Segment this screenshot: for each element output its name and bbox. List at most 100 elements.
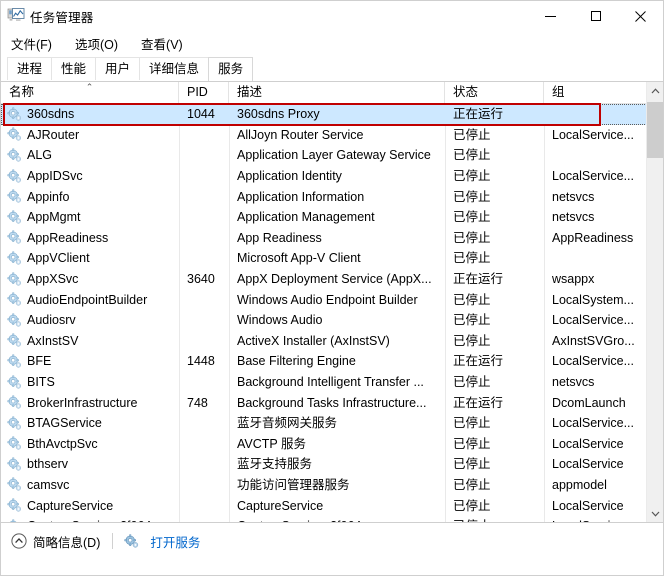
service-name: 360sdns	[27, 107, 75, 122]
service-name: bthserv	[27, 457, 68, 472]
cell-desc: Background Tasks Infrastructure...	[237, 395, 427, 410]
tab-services[interactable]: 服务	[208, 57, 254, 81]
window-title: 任务管理器	[30, 10, 94, 25]
cell-name: AppMgmt	[1, 207, 179, 227]
service-name: AppMgmt	[27, 210, 81, 225]
column-header-group[interactable]: 组	[544, 82, 647, 103]
chevron-down-icon	[651, 511, 660, 517]
service-name: camsvc	[27, 477, 70, 492]
cell-group: wsappx	[552, 272, 595, 287]
table-row[interactable]: BFE 1448 Base Filtering Engine 正在运行 LocalSer…	[1, 351, 663, 372]
cell-desc: Application Identity	[237, 169, 342, 184]
column-header-name[interactable]: 名称 ⌃	[1, 82, 179, 103]
service-name: CaptureService	[27, 498, 114, 513]
cell-state: 已停止	[445, 516, 544, 522]
table-row[interactable]: AudioEndpointBuilder Windows Audio Endpoi…	[1, 289, 663, 310]
close-button[interactable]	[618, 1, 663, 31]
service-name: CaptureService_2f064	[27, 516, 151, 522]
scroll-up-button[interactable]	[647, 82, 663, 99]
table-row[interactable]: bthserv 蓝牙支持服务 已停止 LocalService	[1, 454, 663, 475]
cell-group: LocalService	[552, 457, 624, 472]
cell-group: LocalService...	[552, 313, 634, 328]
gear-icon	[7, 148, 22, 162]
table-row[interactable]: AppMgmt Application Management 已停止 netsvcs	[1, 207, 663, 228]
table-row[interactable]: BrokerInfrastructure 748 Background Tasks …	[1, 392, 663, 413]
cell-desc: AllJoyn Router Service	[237, 127, 364, 142]
service-name: BITS	[27, 375, 55, 390]
fewer-details-label: 简略信息(D)	[33, 535, 101, 550]
gear-icon	[7, 251, 22, 265]
cell-group: LocalService	[552, 498, 624, 513]
table-row[interactable]: AJRouter AllJoyn Router Service 已停止 LocalSe…	[1, 125, 663, 146]
service-name: Appinfo	[27, 189, 70, 204]
cell-group: LocalService	[544, 516, 647, 522]
table-row[interactable]: Appinfo Application Information 已停止 netsvcs	[1, 186, 663, 207]
gear-icon	[7, 375, 22, 389]
cell-group: LocalService...	[552, 127, 634, 142]
cell-name: AppReadiness	[1, 228, 179, 248]
cell-state: 已停止	[453, 169, 491, 184]
maximize-button[interactable]	[573, 1, 618, 31]
chevron-up-icon	[651, 87, 660, 93]
table-row[interactable]: BthAvctpSvc AVCTP 服务 已停止 LocalService	[1, 434, 663, 455]
sort-ascending-icon: ⌃	[85, 82, 94, 92]
tab-details[interactable]: 详细信息	[139, 57, 210, 81]
menu-item-options[interactable]: 选项(O)	[73, 32, 127, 55]
table-header: 名称 ⌃ PID 描述 状态 组	[1, 82, 663, 104]
cell-state: 已停止	[453, 127, 491, 142]
fewer-details-button[interactable]: 简略信息(D)	[11, 532, 100, 551]
table-row[interactable]: Audiosrv Windows Audio 已停止 LocalService...	[1, 310, 663, 331]
column-header-desc[interactable]: 描述	[229, 82, 445, 103]
tab-strip: 进程 性能 用户 详细信息 服务	[1, 55, 663, 81]
vertical-scrollbar[interactable]	[646, 82, 663, 522]
cell-state: 正在运行	[453, 272, 504, 287]
cell-name: Audiosrv	[1, 310, 179, 330]
task-manager-icon	[7, 8, 25, 21]
service-name: BthAvctpSvc	[27, 436, 98, 451]
minimize-button[interactable]	[528, 1, 573, 31]
cell-state: 已停止	[453, 189, 491, 204]
scrollbar-thumb[interactable]	[647, 102, 663, 158]
cell-desc: Application Management	[237, 210, 375, 225]
cell-desc: Base Filtering Engine	[237, 354, 356, 369]
table-row[interactable]: BITS Background Intelligent Transfer ... 已…	[1, 372, 663, 393]
cell-name: AppIDSvc	[1, 166, 179, 186]
cell-group: AxInstSVGro...	[552, 333, 635, 348]
column-header-pid[interactable]: PID	[179, 82, 229, 103]
column-header-state[interactable]: 状态	[445, 82, 544, 103]
tab-processes[interactable]: 进程	[7, 57, 53, 81]
menu-item-view[interactable]: 查看(V)	[139, 32, 192, 55]
table-row[interactable]: AppIDSvc Application Identity 已停止 LocalServ…	[1, 166, 663, 187]
gear-icon	[7, 354, 22, 368]
gear-icon	[124, 533, 139, 548]
tab-users[interactable]: 用户	[95, 57, 141, 81]
cell-state: 已停止	[453, 313, 491, 328]
table-row[interactable]: AppVClient Microsoft App-V Client 已停止	[1, 248, 663, 269]
table-row[interactable]: camsvc 功能访问管理器服务 已停止 appmodel	[1, 475, 663, 496]
scroll-down-button[interactable]	[647, 505, 663, 522]
cell-state: 已停止	[453, 375, 491, 390]
menu-item-file[interactable]: 文件(F)	[9, 32, 61, 55]
gear-icon	[9, 519, 17, 522]
service-name: AxInstSV	[27, 333, 79, 348]
cell-group: LocalSystem...	[552, 292, 634, 307]
cell-desc: Windows Audio	[237, 313, 323, 328]
table-row[interactable]: AppReadiness App Readiness 已停止 AppReadiness	[1, 228, 663, 249]
service-name: BFE	[27, 354, 52, 369]
tab-performance[interactable]: 性能	[51, 57, 97, 81]
table-row[interactable]: CaptureService CaptureService 已停止 LocalServ…	[1, 495, 663, 516]
cell-desc: 蓝牙支持服务	[237, 457, 313, 472]
table-row[interactable]: CaptureService_2f064 CaptureService_2f064…	[1, 516, 663, 522]
table-row[interactable]: ALG Application Layer Gateway Service 已停止	[1, 145, 663, 166]
cell-group: LocalService...	[552, 169, 634, 184]
table-row[interactable]: 360sdns 1044 360sdns Proxy 正在运行	[1, 104, 647, 125]
table-row[interactable]: AppXSvc 3640 AppX Deployment Service (AppX…	[1, 269, 663, 290]
cell-name: camsvc	[1, 475, 179, 495]
cell-group: LocalService	[552, 436, 624, 451]
cell-name: AppVClient	[1, 248, 179, 268]
open-services-link[interactable]: 打开服务	[124, 532, 200, 551]
cell-desc: AppX Deployment Service (AppX...	[237, 272, 432, 287]
cell-pid: 1044	[187, 107, 215, 122]
table-row[interactable]: AxInstSV ActiveX Installer (AxInstSV) 已停止 A…	[1, 331, 663, 352]
table-row[interactable]: BTAGService 蓝牙音频网关服务 已停止 LocalService...	[1, 413, 663, 434]
